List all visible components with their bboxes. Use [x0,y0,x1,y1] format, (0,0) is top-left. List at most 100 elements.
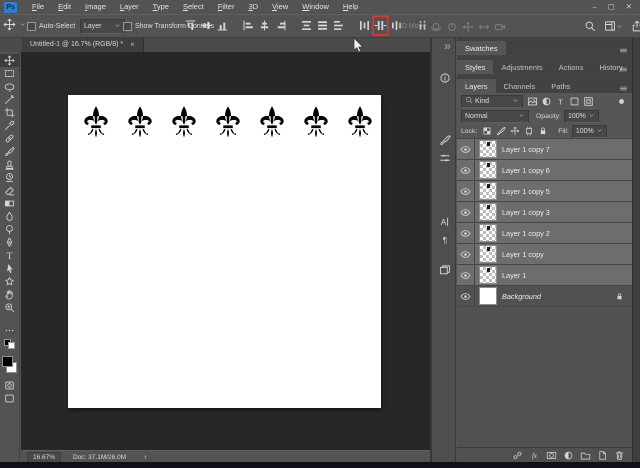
styles-tab-adjustments[interactable]: Adjustments [493,60,550,74]
visibility-toggle[interactable] [457,139,475,159]
layer-thumbnail[interactable] [479,266,497,284]
tool-rectangular-marquee[interactable] [0,67,20,80]
filter-smart-button[interactable] [582,95,595,108]
tool-zoom[interactable] [0,301,20,314]
tool-move[interactable] [0,54,20,67]
filter-type-button[interactable]: T [554,95,567,108]
minimize-button[interactable]: – [592,0,596,14]
visibility-toggle[interactable] [457,223,475,243]
lock-position-button[interactable] [508,125,521,138]
menu-help[interactable]: Help [336,0,365,14]
layer-style-button[interactable]: fx [529,450,540,461]
layer-row-layer-1-copy-2[interactable]: Layer 1 copy 2 [457,223,632,244]
lock-artboard-button[interactable] [522,125,535,138]
distribute-horizontal-centers-button[interactable] [374,17,387,34]
tool-history-brush[interactable] [0,171,20,184]
add-layer-mask-button[interactable] [546,450,557,461]
screen-mode-button[interactable] [0,392,20,405]
tool-blur[interactable] [0,210,20,223]
tool-path-selection[interactable] [0,262,20,275]
active-tool-preview[interactable] [3,18,26,31]
align-horizontal-centers-button[interactable] [258,17,271,34]
tool-brush[interactable] [0,145,20,158]
layer-row-layer-1-copy-6[interactable]: Layer 1 copy 6 [457,160,632,181]
document-tab[interactable]: Untitled-1 @ 16.7% (RGB/8) * × [22,36,144,52]
layer-row-layer-1[interactable]: Layer 1 [457,265,632,286]
layer-thumbnail[interactable] [479,287,497,305]
layer-thumbnail[interactable] [479,224,497,242]
tool-dodge[interactable] [0,223,20,236]
menu-image[interactable]: Image [78,0,113,14]
layer-thumbnail[interactable] [479,161,497,179]
opacity-dropdown[interactable]: 100% [563,110,599,123]
blend-mode-dropdown[interactable]: Normal [461,110,529,123]
panel-menu-icon[interactable] [619,80,628,98]
layer-thumbnail[interactable] [479,245,497,263]
layer-thumbnail[interactable] [479,140,497,158]
fleur-de-lis-shape[interactable] [300,106,332,149]
search-button[interactable] [584,20,596,32]
fleur-de-lis-shape[interactable] [256,106,288,149]
panel-icon-layer-comps[interactable] [436,262,453,278]
align-left-edges-button[interactable] [242,17,255,34]
tool-quick-selection[interactable] [0,93,20,106]
menu-view[interactable]: View [265,0,295,14]
styles-tab-styles[interactable]: Styles [457,60,494,74]
tool-type[interactable]: T [0,249,20,262]
visibility-toggle[interactable] [457,202,475,222]
layer-row-layer-1-copy-3[interactable]: Layer 1 copy 3 [457,202,632,223]
lock-all-button[interactable] [536,125,549,138]
visibility-toggle[interactable] [457,244,475,264]
panel-icon-paragraph[interactable]: ¶ [436,232,453,248]
layers-tab-layers[interactable]: Layers [457,79,496,93]
layer-row-layer-1-copy-5[interactable]: Layer 1 copy 5 [457,181,632,202]
layer-row-background[interactable]: Background [457,286,632,307]
zoom-level-field[interactable]: 16.67% [27,451,61,463]
default-colors-button[interactable] [3,339,16,349]
menu-filter[interactable]: Filter [211,0,242,14]
auto-select-checkbox[interactable]: Auto-Select [27,22,75,31]
distribute-top-edges-button[interactable] [300,17,313,34]
new-group-button[interactable] [580,450,591,461]
tool-clone-stamp[interactable] [0,158,20,171]
color-swatches[interactable] [1,356,18,374]
tool-hand[interactable] [0,288,20,301]
menu-select[interactable]: Select [176,0,211,14]
panel-icon-brush-settings[interactable] [436,132,453,148]
align-bottom-edges-button[interactable] [216,17,229,34]
panel-icon-properties[interactable] [436,150,453,166]
canvas-area[interactable] [21,52,430,450]
menu-type[interactable]: Type [146,0,176,14]
filter-pixel-button[interactable] [526,95,539,108]
fleur-de-lis-shape[interactable] [80,106,112,149]
link-layers-button[interactable] [512,450,523,461]
panel-icon-character[interactable]: A [436,214,453,230]
menu-edit[interactable]: Edit [51,0,78,14]
distribute-vertical-centers-button[interactable] [316,17,329,34]
menu-3d[interactable]: 3D [241,0,265,14]
menu-window[interactable]: Window [295,0,336,14]
fleur-de-lis-shape[interactable] [212,106,244,149]
document-canvas[interactable] [68,95,381,408]
visibility-toggle[interactable] [457,286,475,306]
workspace-switcher-button[interactable] [604,20,623,32]
layer-thumbnail[interactable] [479,203,497,221]
foreground-color-swatch[interactable] [2,356,13,367]
new-layer-button[interactable] [597,450,608,461]
menu-file[interactable]: File [25,0,51,14]
filter-shape-button[interactable] [568,95,581,108]
lock-pixels-button[interactable] [494,125,507,138]
fleur-de-lis-shape[interactable] [168,106,200,149]
layers-tab-paths[interactable]: Paths [543,79,578,93]
swatches-tab-swatches[interactable]: Swatches [457,41,506,55]
expand-panels-icon[interactable] [443,38,452,56]
delete-layer-button[interactable] [614,450,625,461]
layers-tab-channels[interactable]: Channels [496,79,544,93]
visibility-toggle[interactable] [457,181,475,201]
layer-row-layer-1-copy[interactable]: Layer 1 copy [457,244,632,265]
new-adjustment-layer-button[interactable] [563,450,574,461]
tool-gradient[interactable] [0,197,20,210]
tool-eraser[interactable] [0,184,20,197]
fill-dropdown[interactable]: 100% [571,124,607,138]
fleur-de-lis-shape[interactable] [124,106,156,149]
